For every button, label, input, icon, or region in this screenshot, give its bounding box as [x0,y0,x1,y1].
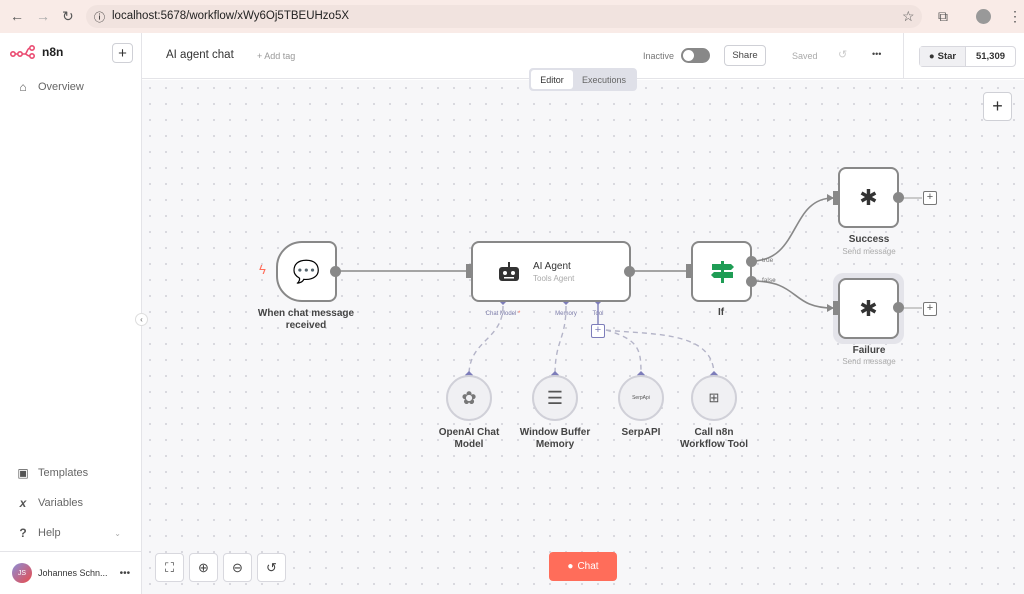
zoom-in-icon: ⊕ [198,559,209,575]
input-handle[interactable] [833,191,838,205]
output-handle-true[interactable] [746,256,757,267]
fit-view-button[interactable]: ⛶ [155,553,184,582]
node-subtitle: Send message [842,357,896,366]
trigger-bolt-icon: ϟ [259,262,266,277]
connection-if-failure [751,280,834,309]
node-failure[interactable]: ✱ [838,278,899,339]
node-openai-chat-model[interactable]: ✿ [446,375,492,421]
node-chat-trigger[interactable]: 💬 [276,241,337,302]
agent-title: AI Agent [533,260,571,272]
undo-icon: ↺ [266,559,277,575]
zoom-out-icon: ⊖ [232,559,243,575]
signpost-icon [710,260,734,283]
serpapi-logo: SerpApi [632,395,650,401]
true-label: true [762,257,774,264]
output-handle[interactable] [893,302,904,313]
openai-icon: ✿ [461,387,477,408]
chat-button[interactable]: ● Chat [549,552,617,581]
node-subtitle: Send message [842,247,896,256]
node-serpapi[interactable]: SerpApi [618,375,664,421]
agent-subtitle: Tools Agent [533,273,575,283]
input-handle[interactable] [466,264,471,278]
zoom-out-button[interactable]: ⊖ [223,553,252,582]
sitemap-icon: ⊞ [708,390,720,405]
node-label: OpenAI Chat Model [438,427,500,450]
output-handle[interactable] [893,192,904,203]
slack-icon: ✱ [859,184,878,210]
slack-icon: ✱ [859,295,878,321]
node-window-buffer-memory[interactable]: ☰ [532,375,578,421]
chat-bubble-icon: ● [567,561,574,572]
chat-bubbles-icon: 💬 [292,258,321,284]
robot-icon [499,261,519,281]
node-label: If [717,307,725,318]
false-label: false [762,277,776,284]
node-label: Failure [852,345,886,356]
add-tool-button[interactable]: + [591,324,605,338]
chat-button-label: Chat [577,561,599,572]
fullscreen-icon: ⛶ [164,559,175,575]
zoom-in-button[interactable]: ⊕ [189,553,218,582]
node-if[interactable] [691,241,752,302]
node-label: Call n8n Workflow Tool [680,427,748,450]
node-label: Window Buffer Memory [519,427,591,450]
node-label: When chat message received [257,308,355,331]
connection-if-success [751,197,834,262]
add-next-node-button[interactable]: + [923,191,937,205]
node-ai-agent[interactable]: AI Agent Tools Agent [471,241,631,302]
node-call-workflow-tool[interactable]: ⊞ [691,375,737,421]
handle-label-chat-model: Chat Model * [485,311,521,317]
node-success[interactable]: ✱ [838,167,899,228]
input-handle[interactable] [686,264,691,278]
input-handle[interactable] [833,301,838,315]
node-label: SerpAPI [621,427,661,438]
output-handle[interactable] [330,266,341,277]
node-label: Success [848,234,890,245]
database-icon: ☰ [546,387,564,408]
handle-label-memory: Memory [555,311,577,317]
add-next-node-button[interactable]: + [923,302,937,316]
output-handle-false[interactable] [746,276,757,287]
reset-zoom-button[interactable]: ↺ [257,553,286,582]
handle-label-tool: Tool [592,311,604,317]
output-handle[interactable] [624,266,635,277]
